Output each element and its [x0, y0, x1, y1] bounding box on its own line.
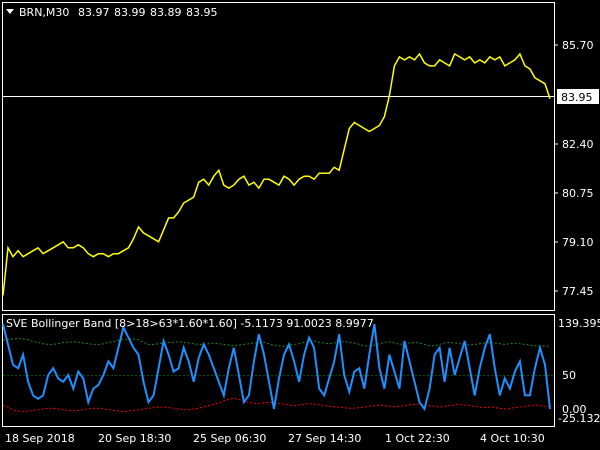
- price-tick-label: 77.45: [562, 285, 594, 298]
- time-tick-label: 18 Sep 2018: [5, 432, 75, 445]
- ohlc-close: 83.95: [186, 6, 218, 19]
- price-tick-label: 79.10: [562, 236, 594, 249]
- time-tick-label: 1 Oct 22:30: [385, 432, 450, 445]
- time-tick-label: 27 Sep 14:30: [288, 432, 361, 445]
- ohlc-open: 83.97: [78, 6, 110, 19]
- time-tick-label: 4 Oct 10:30: [480, 432, 545, 445]
- indicator-title: SVE Bollinger Band [8>18>63*1.60*1.60] -…: [6, 317, 374, 330]
- time-tick-label: 25 Sep 06:30: [193, 432, 266, 445]
- current-price-label: 83.95: [561, 91, 593, 104]
- price-tick-label: 82.40: [562, 138, 594, 151]
- ohlc-low: 83.89: [150, 6, 182, 19]
- time-tick-label: 20 Sep 18:30: [98, 432, 171, 445]
- chart-background: [0, 0, 600, 450]
- ohlc-high: 83.99: [114, 6, 146, 19]
- trading-chart[interactable]: BRN,M30 83.97 83.99 83.89 83.95 85.70 82…: [0, 0, 600, 450]
- price-tick-label: 85.70: [562, 39, 594, 52]
- indicator-tick-label: -25.132: [558, 412, 600, 425]
- price-tick-label: 80.75: [562, 187, 594, 200]
- symbol-label: BRN,M30: [19, 6, 69, 19]
- indicator-tick-label: 139.395: [558, 317, 600, 330]
- indicator-tick-label: 50: [562, 369, 576, 382]
